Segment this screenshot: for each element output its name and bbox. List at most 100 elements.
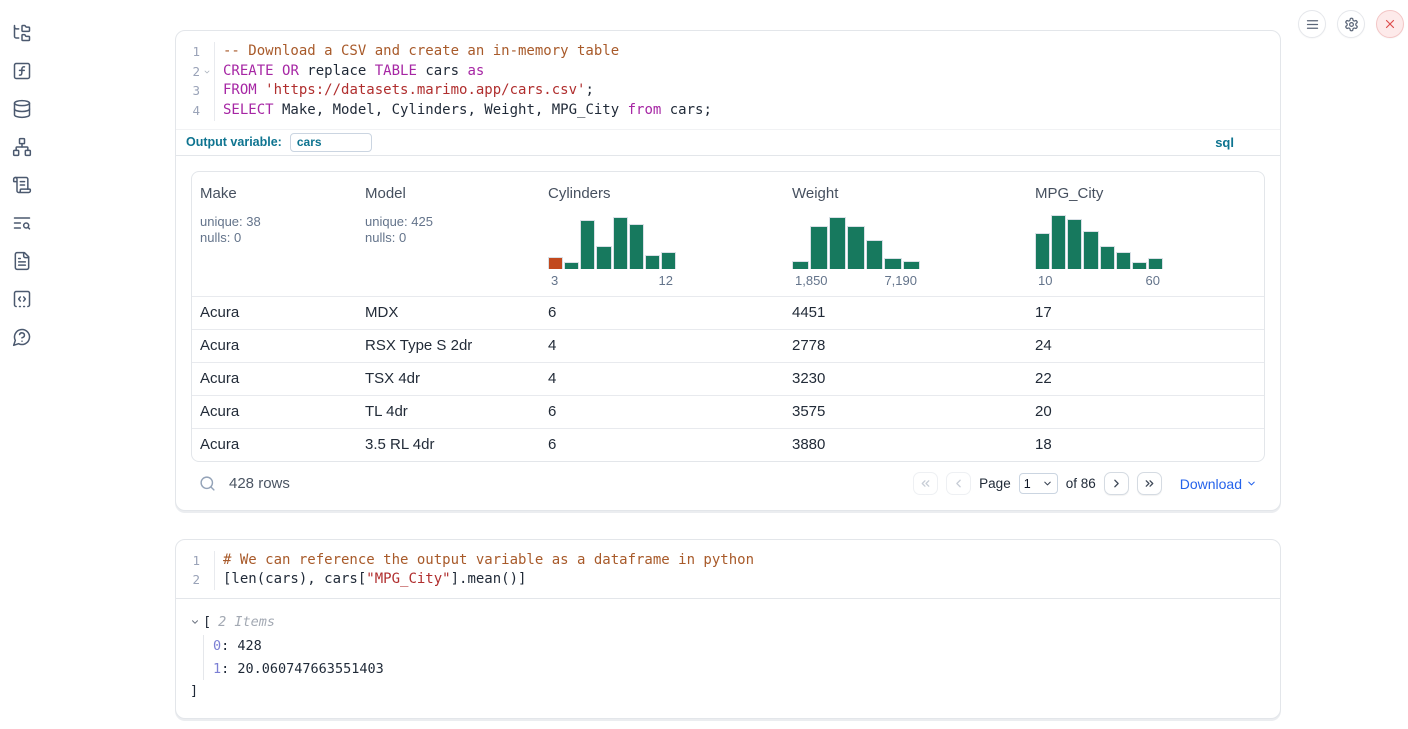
- table-row[interactable]: AcuraMDX6445117: [192, 296, 1264, 329]
- column-label: MPG_City: [1035, 185, 1256, 202]
- histogram-bar[interactable]: [596, 246, 611, 269]
- data-table: Makeunique: 38nulls: 0 Model unique: 425nu…: [191, 171, 1265, 462]
- table-row[interactable]: AcuraRSX Type S 2dr4277824: [192, 329, 1264, 362]
- line-number: 1: [176, 42, 200, 62]
- python-code-editor[interactable]: 1# We can reference the output variable …: [176, 540, 1280, 598]
- column-header-make[interactable]: Makeunique: 38nulls: 0: [192, 172, 357, 296]
- table-row[interactable]: AcuraTSX 4dr4323022: [192, 362, 1264, 395]
- document-icon[interactable]: [11, 250, 33, 272]
- histogram-bar[interactable]: [1035, 233, 1050, 269]
- code-line: 2[len(cars), cars["MPG_City"].mean()]: [176, 570, 1280, 590]
- histogram-bar[interactable]: [1132, 262, 1147, 269]
- histogram-bar[interactable]: [564, 262, 579, 269]
- column-histogram[interactable]: 1060: [1035, 214, 1163, 288]
- histogram-bar[interactable]: [548, 257, 563, 269]
- histogram-bar[interactable]: [792, 261, 809, 269]
- pagination-controls: Page 1 of 86 Download: [913, 472, 1263, 495]
- chevrons-right-page-button[interactable]: [1137, 472, 1162, 495]
- fold-spacer: [200, 101, 214, 121]
- histogram-bar[interactable]: [810, 226, 827, 269]
- sql-code-editor[interactable]: 1 -- Download a CSV and create an in-memo…: [176, 31, 1280, 129]
- chevron-down-icon: [1042, 478, 1053, 489]
- histogram-bar[interactable]: [1100, 246, 1115, 269]
- histogram-bar[interactable]: [1067, 219, 1082, 269]
- fold-spacer: [200, 81, 214, 101]
- column-header-model[interactable]: Model unique: 425nulls: 0: [357, 172, 540, 296]
- table-cell: 4: [540, 370, 784, 387]
- code-text: -- Download a CSV and create an in-memor…: [215, 42, 619, 62]
- histogram-max-label: 60: [1146, 273, 1160, 288]
- histogram-bar[interactable]: [1083, 231, 1098, 268]
- settings-button[interactable]: [1337, 10, 1365, 38]
- histogram-bar[interactable]: [1116, 252, 1131, 269]
- items-count-label: 2 Items: [218, 614, 275, 630]
- histogram-bar[interactable]: [847, 226, 864, 269]
- sql-cell-output: Makeunique: 38nulls: 0 Model unique: 425nu…: [176, 156, 1280, 510]
- column-histogram[interactable]: 312: [548, 214, 676, 288]
- bracket-open: [: [203, 614, 211, 630]
- histogram-bar[interactable]: [1148, 258, 1163, 269]
- log-search-icon[interactable]: [11, 212, 33, 234]
- column-summary: unique: 425nulls: 0: [365, 214, 532, 247]
- tree-entry: 1: 20.060747663551403: [213, 658, 1266, 681]
- table-cell: TSX 4dr: [357, 370, 540, 387]
- table-row[interactable]: Acura3.5 RL 4dr6388018: [192, 428, 1264, 461]
- histogram-bar[interactable]: [580, 220, 595, 268]
- tree-entry-value: 20.060747663551403: [237, 661, 383, 677]
- sidebar-panel-icons: [0, 0, 44, 729]
- scroll-icon[interactable]: [11, 174, 33, 196]
- function-icon[interactable]: [11, 60, 33, 82]
- fold-chevron-icon[interactable]: [200, 62, 214, 82]
- column-label: Weight: [792, 185, 1019, 202]
- collapse-chevron-icon[interactable]: [190, 617, 200, 627]
- histogram-bar[interactable]: [903, 261, 920, 269]
- column-header-cylinders[interactable]: Cylinders312: [540, 172, 784, 296]
- table-cell: 24: [1027, 337, 1264, 354]
- dependency-graph-icon[interactable]: [11, 136, 33, 158]
- histogram-bar[interactable]: [866, 240, 883, 269]
- download-label: Download: [1180, 476, 1242, 492]
- chevrons-left-page-button: [913, 472, 938, 495]
- column-histogram[interactable]: 1,8507,190: [792, 214, 920, 288]
- snippets-icon[interactable]: [11, 288, 33, 310]
- histogram-bar[interactable]: [829, 217, 846, 269]
- code-text: # We can reference the output variable a…: [215, 551, 754, 571]
- histogram-bar[interactable]: [1051, 215, 1066, 268]
- column-header-weight[interactable]: Weight 1,8507,190: [784, 172, 1027, 296]
- chevron-left-page-button: [946, 472, 971, 495]
- notebook-area: 1 -- Download a CSV and create an in-memo…: [175, 30, 1281, 719]
- line-number: 2: [176, 570, 200, 590]
- language-badge: sql: [1215, 135, 1234, 150]
- output-variable-input[interactable]: [290, 133, 372, 152]
- table-cell: 4: [540, 337, 784, 354]
- line-number: 2: [176, 62, 200, 82]
- table-row[interactable]: AcuraTL 4dr6357520: [192, 395, 1264, 428]
- help-icon[interactable]: [11, 326, 33, 348]
- file-tree-icon[interactable]: [11, 22, 33, 44]
- column-header-mpg_city[interactable]: MPG_City 1060: [1027, 172, 1264, 296]
- table-cell: 17: [1027, 304, 1264, 321]
- histogram-bar[interactable]: [629, 224, 644, 269]
- page-select[interactable]: 1: [1019, 473, 1058, 494]
- menu-button[interactable]: [1298, 10, 1326, 38]
- code-line: 1# We can reference the output variable …: [176, 551, 1280, 571]
- table-cell: Acura: [192, 436, 357, 453]
- table-cell: MDX: [357, 304, 540, 321]
- output-variable-bar: Output variable: sql: [176, 129, 1280, 156]
- chevron-right-page-button[interactable]: [1104, 472, 1129, 495]
- table-footer: 428 rows Page 1 of 86 Download: [191, 462, 1265, 506]
- search-icon[interactable]: [199, 475, 216, 492]
- download-button[interactable]: Download: [1180, 476, 1257, 492]
- notebook-actions-toolbar: [1298, 10, 1404, 38]
- close-button[interactable]: [1376, 10, 1404, 38]
- histogram-min-label: 1,850: [795, 273, 828, 288]
- page-label: Page: [979, 476, 1011, 491]
- histogram-bar[interactable]: [645, 255, 660, 269]
- sql-cell: 1 -- Download a CSV and create an in-memo…: [175, 30, 1281, 511]
- histogram-bar[interactable]: [613, 217, 628, 269]
- column-label: Model: [365, 185, 532, 202]
- tree-entry-key: 0: [213, 638, 221, 654]
- histogram-bar[interactable]: [884, 258, 901, 269]
- database-icon[interactable]: [11, 98, 33, 120]
- histogram-bar[interactable]: [661, 252, 676, 269]
